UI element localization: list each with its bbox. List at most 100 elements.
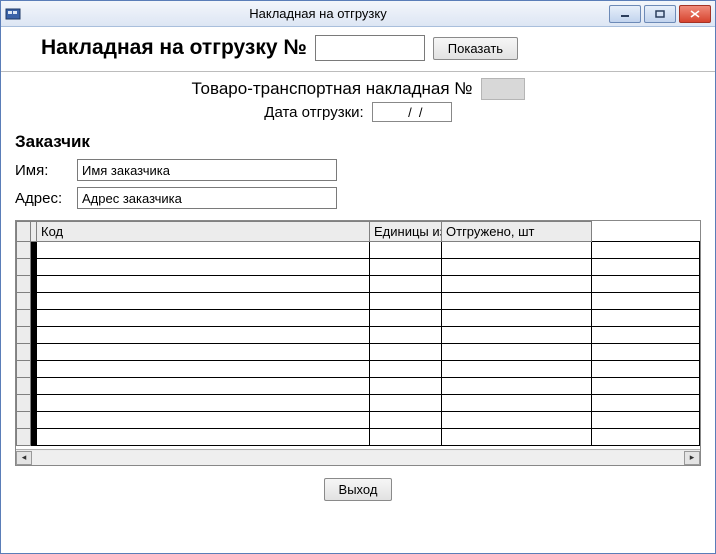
cell-qty[interactable] bbox=[592, 310, 700, 327]
cell-name[interactable] bbox=[37, 327, 370, 344]
cell-code[interactable] bbox=[370, 395, 442, 412]
cell-name[interactable] bbox=[37, 344, 370, 361]
cell-unit[interactable] bbox=[442, 361, 592, 378]
cell-qty[interactable] bbox=[592, 276, 700, 293]
close-button[interactable] bbox=[679, 5, 711, 23]
cell-name[interactable] bbox=[37, 378, 370, 395]
cell-code[interactable] bbox=[370, 327, 442, 344]
cell-qty[interactable] bbox=[592, 344, 700, 361]
cell-name[interactable] bbox=[37, 259, 370, 276]
customer-name-input[interactable] bbox=[77, 159, 337, 181]
table-row[interactable] bbox=[17, 429, 700, 446]
scroll-right-button[interactable]: ▸ bbox=[684, 451, 700, 465]
cell-qty[interactable] bbox=[592, 429, 700, 446]
table-row[interactable] bbox=[17, 327, 700, 344]
row-header[interactable] bbox=[17, 293, 31, 310]
titlebar[interactable]: Накладная на отгрузку bbox=[1, 1, 715, 27]
table-row[interactable] bbox=[17, 242, 700, 259]
cell-unit[interactable] bbox=[442, 293, 592, 310]
col-rowhead bbox=[17, 222, 31, 242]
cell-code[interactable] bbox=[370, 310, 442, 327]
row-header[interactable] bbox=[17, 327, 31, 344]
col-qty[interactable]: Отгружено, шт bbox=[442, 222, 592, 242]
table-row[interactable] bbox=[17, 361, 700, 378]
cell-code[interactable] bbox=[370, 378, 442, 395]
cell-qty[interactable] bbox=[592, 327, 700, 344]
cell-code[interactable] bbox=[370, 361, 442, 378]
table-row[interactable] bbox=[17, 378, 700, 395]
row-header[interactable] bbox=[17, 276, 31, 293]
cell-qty[interactable] bbox=[592, 293, 700, 310]
window-title: Накладная на отгрузку bbox=[27, 6, 609, 21]
row-header[interactable] bbox=[17, 395, 31, 412]
cell-code[interactable] bbox=[370, 344, 442, 361]
table-row[interactable] bbox=[17, 310, 700, 327]
cell-name[interactable] bbox=[37, 429, 370, 446]
row-header[interactable] bbox=[17, 344, 31, 361]
table-row[interactable] bbox=[17, 412, 700, 429]
row-header[interactable] bbox=[17, 242, 31, 259]
cell-unit[interactable] bbox=[442, 242, 592, 259]
cell-unit[interactable] bbox=[442, 276, 592, 293]
cell-qty[interactable] bbox=[592, 412, 700, 429]
customer-addr-row: Адрес: bbox=[1, 184, 715, 212]
ttn-label: Товаро-транспортная накладная № bbox=[191, 79, 472, 99]
cell-name[interactable] bbox=[37, 412, 370, 429]
cell-name[interactable] bbox=[37, 276, 370, 293]
row-header[interactable] bbox=[17, 378, 31, 395]
show-button[interactable]: Показать bbox=[433, 37, 518, 60]
cell-qty[interactable] bbox=[592, 395, 700, 412]
row-header[interactable] bbox=[17, 412, 31, 429]
col-unit[interactable]: Единицы измерения bbox=[370, 222, 442, 242]
table-row[interactable] bbox=[17, 259, 700, 276]
cell-code[interactable] bbox=[370, 276, 442, 293]
row-header[interactable] bbox=[17, 361, 31, 378]
cell-name[interactable] bbox=[37, 242, 370, 259]
cell-qty[interactable] bbox=[592, 361, 700, 378]
cell-unit[interactable] bbox=[442, 327, 592, 344]
cell-name[interactable] bbox=[37, 310, 370, 327]
row-header[interactable] bbox=[17, 259, 31, 276]
table-row[interactable] bbox=[17, 395, 700, 412]
sub-header: Товаро-транспортная накладная № Дата отг… bbox=[1, 72, 715, 124]
client-area: Накладная на отгрузку № Показать Товаро-… bbox=[1, 27, 715, 553]
invoice-number-input[interactable] bbox=[315, 35, 425, 61]
row-header[interactable] bbox=[17, 310, 31, 327]
cell-unit[interactable] bbox=[442, 259, 592, 276]
cell-unit[interactable] bbox=[442, 310, 592, 327]
items-grid[interactable]: Наименование изделия Код Единицы измерен… bbox=[15, 220, 701, 466]
scroll-track[interactable] bbox=[32, 451, 684, 465]
cell-unit[interactable] bbox=[442, 378, 592, 395]
cell-qty[interactable] bbox=[592, 378, 700, 395]
cell-code[interactable] bbox=[370, 429, 442, 446]
customer-addr-input[interactable] bbox=[77, 187, 337, 209]
maximize-button[interactable] bbox=[644, 5, 676, 23]
cell-name[interactable] bbox=[37, 395, 370, 412]
cell-code[interactable] bbox=[370, 293, 442, 310]
cell-unit[interactable] bbox=[442, 429, 592, 446]
cell-code[interactable] bbox=[370, 412, 442, 429]
exit-button[interactable]: Выход bbox=[324, 478, 393, 501]
cell-unit[interactable] bbox=[442, 395, 592, 412]
table-header-row: Наименование изделия Код Единицы измерен… bbox=[17, 222, 700, 242]
scroll-left-button[interactable]: ◂ bbox=[16, 451, 32, 465]
cell-name[interactable] bbox=[37, 361, 370, 378]
cell-qty[interactable] bbox=[592, 242, 700, 259]
cell-unit[interactable] bbox=[442, 344, 592, 361]
cell-code[interactable] bbox=[370, 259, 442, 276]
col-name[interactable]: Наименование изделия bbox=[31, 222, 37, 242]
cell-name[interactable] bbox=[37, 293, 370, 310]
cell-unit[interactable] bbox=[442, 412, 592, 429]
col-code[interactable]: Код bbox=[37, 222, 370, 242]
table-row[interactable] bbox=[17, 276, 700, 293]
cell-qty[interactable] bbox=[592, 259, 700, 276]
table-row[interactable] bbox=[17, 293, 700, 310]
cell-code[interactable] bbox=[370, 242, 442, 259]
header-row: Накладная на отгрузку № Показать bbox=[1, 27, 715, 71]
ship-date-input[interactable] bbox=[372, 102, 452, 122]
minimize-button[interactable] bbox=[609, 5, 641, 23]
items-table[interactable]: Наименование изделия Код Единицы измерен… bbox=[16, 221, 700, 446]
row-header[interactable] bbox=[17, 429, 31, 446]
horizontal-scrollbar[interactable]: ◂ ▸ bbox=[16, 449, 700, 465]
table-row[interactable] bbox=[17, 344, 700, 361]
